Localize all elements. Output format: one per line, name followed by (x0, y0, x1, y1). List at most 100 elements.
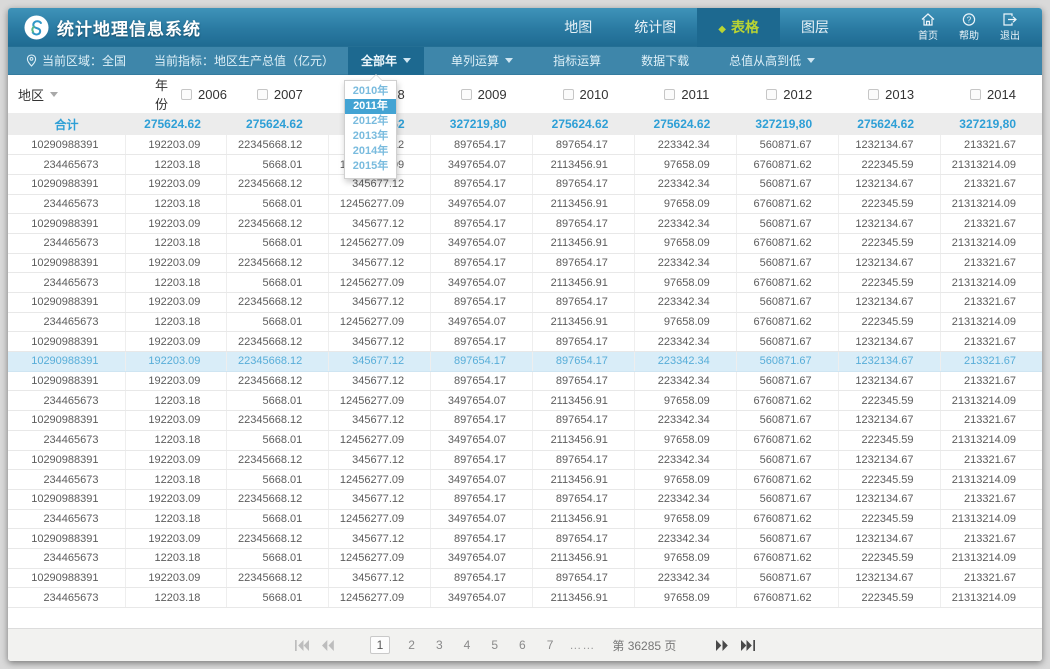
table-row[interactable]: 10290988391192203.0922345668.12345677.12… (8, 411, 1042, 431)
region-column-header[interactable]: 地区 (8, 75, 125, 113)
table-row[interactable]: 10290988391192203.0922345668.12345677.12… (8, 135, 1042, 155)
page-number-1[interactable]: 1 (370, 636, 391, 654)
value-cell: 22345668.12 (227, 352, 329, 372)
pagination-bar: 1234567 …… 第 36285 页 (8, 628, 1042, 661)
year-checkbox-2013[interactable] (868, 89, 879, 100)
last-page-button[interactable] (741, 640, 755, 651)
year-filter-button[interactable]: 全部年 (348, 47, 424, 75)
value-cell: 6760871.62 (736, 588, 838, 608)
value-cell: 192203.09 (125, 293, 227, 313)
home-button[interactable]: 首页 (912, 13, 944, 42)
table-row[interactable]: 10290988391192203.0922345668.12345677.12… (8, 371, 1042, 391)
value-cell: 1232134.67 (838, 214, 940, 234)
year-checkbox-2010[interactable] (563, 89, 574, 100)
next-page-button[interactable] (716, 640, 728, 651)
year-checkbox-2014[interactable] (970, 89, 981, 100)
value-cell: 22345668.12 (227, 411, 329, 431)
table-row[interactable]: 10290988391192203.0922345668.12345677.12… (8, 450, 1042, 470)
region-cell: 10290988391 (8, 253, 125, 273)
page-number-5[interactable]: 5 (488, 638, 501, 652)
table-row-selected[interactable]: 10290988391192203.0922345668.12345677.12… (8, 352, 1042, 372)
table-row[interactable]: 23446567312203.185668.0112456277.0934976… (8, 155, 1042, 175)
page-number-2[interactable]: 2 (405, 638, 418, 652)
table-row[interactable]: 23446567312203.185668.0112456277.0934976… (8, 548, 1042, 568)
value-cell: 897654.17 (431, 352, 533, 372)
value-cell: 345677.12 (329, 568, 431, 588)
page-number-3[interactable]: 3 (433, 638, 446, 652)
value-cell: 2113456.91 (533, 391, 635, 411)
value-cell: 192203.09 (125, 529, 227, 549)
year-checkbox-2011[interactable] (664, 89, 675, 100)
help-button[interactable]: ? 帮助 (953, 13, 985, 42)
table-row[interactable]: 23446567312203.185668.0112456277.0934976… (8, 470, 1042, 490)
nav-tab-layers[interactable]: 图层 (780, 8, 850, 47)
table-row[interactable]: 23446567312203.185668.0112456277.0934976… (8, 194, 1042, 214)
page-number-7[interactable]: 7 (544, 638, 557, 652)
indicator-op-button[interactable]: 指标运算 (540, 47, 614, 75)
value-cell: 12456277.09 (329, 588, 431, 608)
value-cell: 12203.18 (125, 430, 227, 450)
table-row[interactable]: 10290988391192203.0922345668.12345677.12… (8, 568, 1042, 588)
value-cell: 12203.18 (125, 194, 227, 214)
table-row[interactable]: 10290988391192203.0922345668.12345677.12… (8, 489, 1042, 509)
table-row[interactable]: 23446567312203.185668.0112456277.0934976… (8, 273, 1042, 293)
year-option-2011年[interactable]: 2011年 (345, 99, 396, 114)
value-cell: 5668.01 (227, 194, 329, 214)
year-checkbox-2012[interactable] (766, 89, 777, 100)
value-cell: 897654.17 (533, 450, 635, 470)
value-cell: 6760871.62 (736, 509, 838, 529)
prev-page-button[interactable] (322, 640, 334, 651)
nav-tab-chart[interactable]: 统计图 (613, 8, 697, 47)
single-column-op-button[interactable]: 单列运算 (438, 47, 526, 75)
table-row[interactable]: 23446567312203.185668.0112456277.0934976… (8, 588, 1042, 608)
year-checkbox-2006[interactable] (181, 89, 192, 100)
value-cell: 213321.67 (940, 352, 1042, 372)
location-pin-icon (26, 54, 37, 67)
year-checkbox-2009[interactable] (461, 89, 472, 100)
year-option-2014年[interactable]: 2014年 (345, 144, 396, 159)
value-cell: 345677.12 (329, 371, 431, 391)
value-cell: 12456277.09 (329, 194, 431, 214)
table-row[interactable]: 10290988391192203.0922345668.12345677.12… (8, 253, 1042, 273)
table-row[interactable]: 10290988391192203.0922345668.12345677.12… (8, 214, 1042, 234)
value-cell: 12456277.09 (329, 273, 431, 293)
data-download-button[interactable]: 数据下载 (628, 47, 702, 75)
nav-tab-table[interactable]: ◆表格 (697, 8, 780, 47)
table-row[interactable]: 23446567312203.185668.0112456277.0934976… (8, 312, 1042, 332)
value-cell: 213321.67 (940, 135, 1042, 155)
nav-tab-map[interactable]: 地图 (543, 8, 613, 47)
year-header-label: 2013 (885, 87, 914, 102)
first-page-button[interactable] (295, 640, 309, 651)
value-cell: 897654.17 (533, 293, 635, 313)
current-indicator: 当前指标：地区生产总值（亿元） (154, 52, 334, 69)
total-row-label: 合计 (8, 113, 125, 135)
year-checkbox-2007[interactable] (257, 89, 268, 100)
table-row[interactable]: 23446567312203.185668.0112456277.0934976… (8, 391, 1042, 411)
value-cell: 12456277.09 (329, 430, 431, 450)
year-option-2013年[interactable]: 2013年 (345, 129, 396, 144)
page-number-4[interactable]: 4 (461, 638, 474, 652)
region-cell: 234465673 (8, 509, 125, 529)
value-cell: 897654.17 (431, 450, 533, 470)
year-option-2010年[interactable]: 2010年 (345, 84, 396, 99)
value-cell: 3497654.07 (431, 509, 533, 529)
table-row[interactable]: 10290988391192203.0922345668.12345677.12… (8, 529, 1042, 549)
value-cell: 897654.17 (533, 529, 635, 549)
year-header-label: 2012 (783, 87, 812, 102)
table-row[interactable]: 23446567312203.185668.0112456277.0934976… (8, 509, 1042, 529)
value-cell: 97658.09 (634, 194, 736, 214)
logout-button[interactable]: 退出 (994, 13, 1026, 42)
year-option-2012年[interactable]: 2012年 (345, 114, 396, 129)
table-row[interactable]: 10290988391192203.0922345668.12345677.12… (8, 293, 1042, 313)
sort-order-button[interactable]: 总值从高到低 (716, 47, 828, 75)
table-row[interactable]: 10290988391192203.0922345668.12345677.12… (8, 174, 1042, 194)
value-cell: 223342.34 (634, 174, 736, 194)
table-row[interactable]: 23446567312203.185668.0112456277.0934976… (8, 233, 1042, 253)
page-number-6[interactable]: 6 (516, 638, 529, 652)
value-cell: 223342.34 (634, 489, 736, 509)
year-column-header-2011: 2011 (634, 75, 736, 113)
quick-links: 首页 ? 帮助 退出 (912, 13, 1032, 42)
table-row[interactable]: 10290988391192203.0922345668.12345677.12… (8, 332, 1042, 352)
year-option-2015年[interactable]: 2015年 (345, 159, 396, 174)
table-row[interactable]: 23446567312203.185668.0112456277.0934976… (8, 430, 1042, 450)
